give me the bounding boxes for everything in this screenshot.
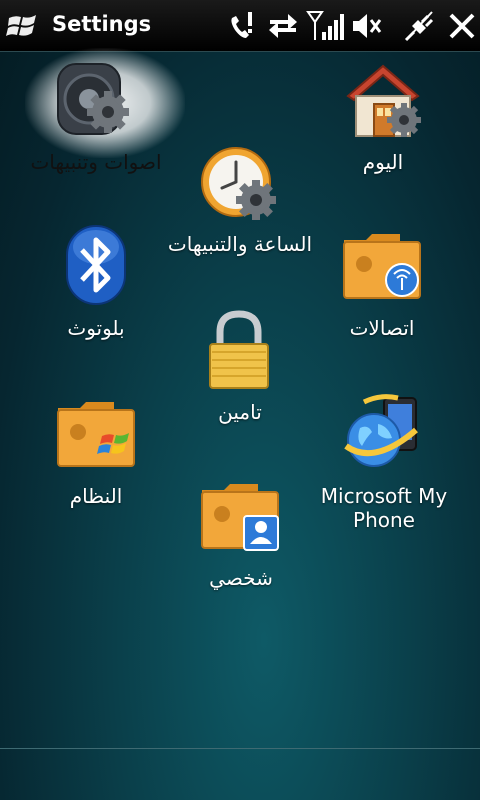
start-menu-windows-icon[interactable]	[6, 10, 40, 42]
contact-folder-icon	[201, 484, 279, 551]
bluetooth-icon	[66, 225, 126, 305]
settings-item-label: اتصالات	[349, 316, 415, 340]
settings-item-label: اليوم	[362, 150, 404, 174]
status-bar: Settings	[0, 0, 480, 52]
connectivity-icon[interactable]	[402, 8, 438, 44]
settings-item-label: بلوتوث	[67, 316, 125, 340]
connections-folder-icon	[343, 234, 421, 299]
globe-phone-icon	[344, 394, 418, 467]
speaker-mute-icon[interactable]	[350, 8, 384, 44]
signal-icon[interactable]	[306, 8, 346, 44]
windows-folder-icon	[57, 402, 135, 467]
settings-item-label: اصوات وتنبيهات	[30, 150, 162, 174]
settings-item-label: Microsoft My Phone	[306, 484, 462, 532]
softkey-bar-divider	[0, 748, 480, 749]
close-icon[interactable]	[446, 8, 478, 44]
home-gear-icon	[346, 64, 421, 137]
settings-item-label: تامين	[218, 400, 262, 424]
phone-missed-icon[interactable]	[226, 8, 260, 44]
settings-item-label: النظام	[69, 484, 123, 508]
label-line-2: Phone	[353, 508, 415, 532]
app-title[interactable]: Settings	[52, 12, 151, 36]
lock-icon	[209, 310, 269, 389]
settings-item-label: الساعة والتنبيهات	[167, 232, 313, 256]
settings-item-label: شخصي	[209, 566, 273, 590]
sync-icon[interactable]	[266, 8, 300, 44]
speaker-gear-icon	[57, 63, 129, 135]
label-line-1: Microsoft My	[320, 484, 448, 508]
clock-gear-icon	[201, 147, 276, 220]
